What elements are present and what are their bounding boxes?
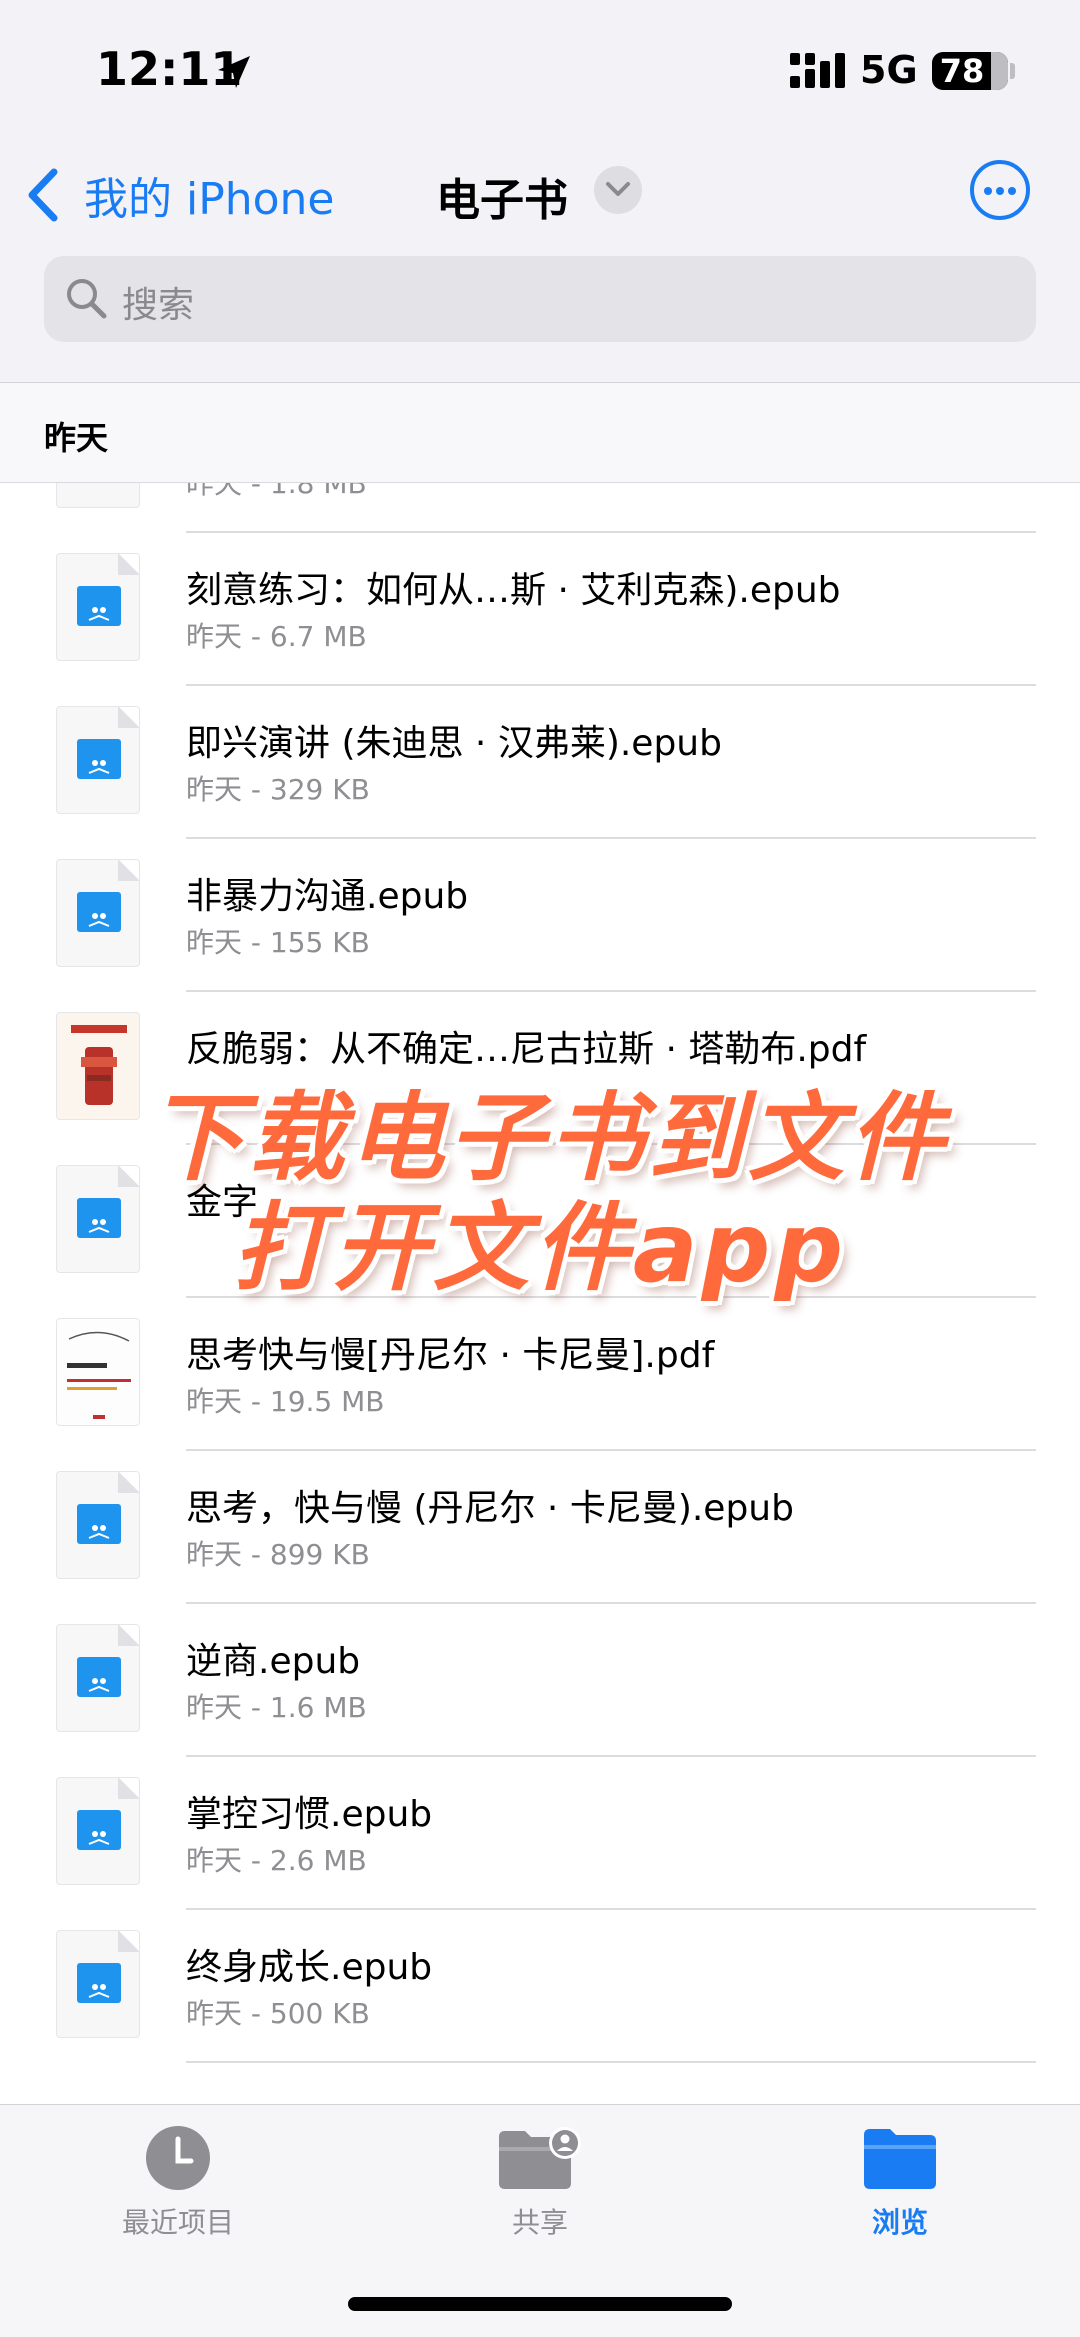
overlay-caption-line2: 打开文件app [232,1192,848,1304]
network-type: 5G [860,48,918,92]
status-bar: 12:11 5G 78 [0,0,1080,150]
list-item[interactable]: 思考，快与慢 (丹尼尔 · 卡尼曼).epub 昨天 - 899 KB [0,1451,1080,1604]
epub-icon [56,1471,140,1579]
list-item[interactable]: 即兴演讲 (朱迪思 · 汉弗莱).epub 昨天 - 329 KB [0,686,1080,839]
file-name: 刻意练习：如何从…斯 · 艾利克森).epub [186,570,841,611]
file-name: 逆商.epub [186,1641,361,1682]
tab-shared-label: 共享 [511,2206,568,2239]
battery-icon: 78 [932,52,1008,90]
navigation-header: 12:11 5G 78 我的 iPhone 电子书 搜索 [0,0,1080,383]
epub-icon [56,1930,140,2038]
list-item[interactable]: 非暴力沟通.epub 昨天 - 155 KB [0,839,1080,992]
file-name: 即兴演讲 (朱迪思 · 汉弗莱).epub [186,723,722,764]
search-icon [67,279,107,319]
section-title: 昨天 [44,419,109,457]
location-arrow-icon [218,56,250,88]
epub-icon [56,1624,140,1732]
file-name: 思考，快与慢 (丹尼尔 · 卡尼曼).epub [186,1488,794,1529]
list-item[interactable]: 终身成长.epub 昨天 - 500 KB [0,1910,1080,2063]
chevron-left-icon [28,168,58,222]
chevron-down-icon [606,182,630,196]
list-item[interactable]: 刻意练习：如何从…斯 · 艾利克森).epub 昨天 - 6.7 MB [0,533,1080,686]
file-meta: 昨天 - 500 KB [186,1997,370,2030]
section-header: 昨天 [0,383,1080,483]
tab-browse[interactable]: 浏览 [780,2125,1020,2255]
search-field[interactable]: 搜索 [44,256,1036,342]
file-meta: 昨天 - 899 KB [186,1538,370,1571]
battery-tip [1010,63,1015,79]
home-indicator [348,2297,732,2311]
file-meta: 昨天 - 155 KB [186,926,370,959]
file-name: 非暴力沟通.epub [186,876,469,917]
file-meta: 昨天 - 19.5 MB [186,1385,385,1418]
list-item[interactable]: 掌控习惯.epub 昨天 - 2.6 MB [0,1757,1080,1910]
list-item[interactable]: 逆商.epub 昨天 - 1.6 MB [0,1604,1080,1757]
epub-icon [56,553,140,661]
list-item[interactable]: 思考快与慢[丹尼尔 · 卡尼曼].pdf 昨天 - 19.5 MB [0,1298,1080,1451]
ellipsis-icon [984,187,992,195]
file-name: 思考快与慢[丹尼尔 · 卡尼曼].pdf [186,1335,715,1376]
title-menu-button[interactable] [594,166,642,214]
file-meta: 昨天 - 6.7 MB [186,620,367,653]
cellular-signal-icon [790,53,845,88]
page-title[interactable]: 电子书 [436,164,568,228]
tab-recents-label: 最近项目 [121,2206,234,2239]
file-meta: 昨天 - 329 KB [186,773,370,806]
clock-icon [146,2126,210,2190]
tab-shared[interactable]: 共享 [420,2125,660,2255]
epub-icon [56,706,140,814]
tab-recents[interactable]: 最近项目 [58,2125,298,2255]
more-options-button[interactable] [970,160,1030,220]
folder-icon [864,2129,936,2189]
nav-bar: 我的 iPhone 电子书 [0,150,1080,240]
shared-folder-icon [499,2127,581,2189]
pdf-thumbnail-icon [56,1318,140,1426]
search-placeholder: 搜索 [122,285,195,326]
back-button[interactable]: 我的 iPhone [22,160,335,230]
file-meta: 昨天 - 2.6 MB [186,1844,367,1877]
files-app-screen: 昨天 - 1.8 MB 刻意练习：如何从…斯 · 艾利克森).epub 昨天 -… [0,0,1080,2337]
back-button-label: 我的 iPhone [84,174,335,225]
epub-icon [56,1777,140,1885]
file-name: 掌控习惯.epub [186,1794,433,1835]
file-name: 终身成长.epub [186,1947,433,1988]
epub-icon [56,859,140,967]
battery-level: 78 [939,52,985,90]
file-meta: 昨天 - 1.6 MB [186,1691,367,1724]
tab-browse-label: 浏览 [871,2206,928,2239]
